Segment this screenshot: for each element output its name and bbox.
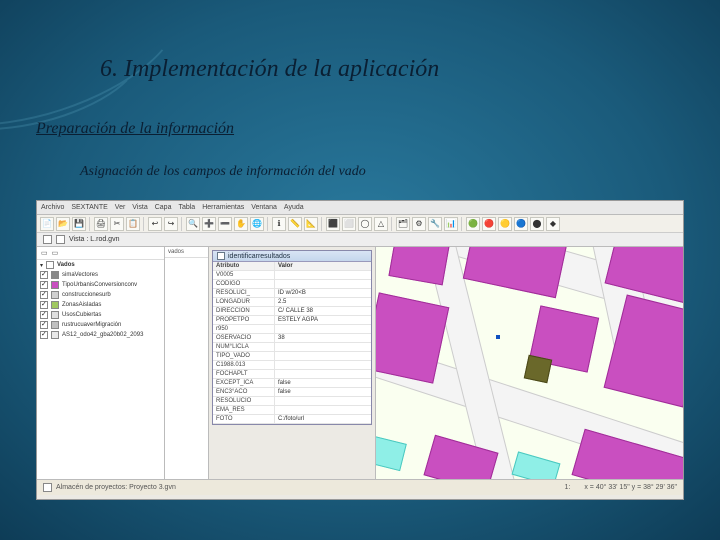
tool-icon[interactable]: 📂 xyxy=(56,217,70,231)
coords-readout: x = 40° 33' 15" y = 38° 29' 36" xyxy=(584,484,677,491)
document-icon xyxy=(43,235,52,244)
map-polygon xyxy=(375,435,407,471)
tool-icon[interactable]: 💾 xyxy=(72,217,86,231)
table-row[interactable]: V0005 xyxy=(213,271,371,280)
toc-layer[interactable]: TipoUrbanisConversionconv xyxy=(37,280,164,290)
tool-icon[interactable]: 🟡 xyxy=(498,217,512,231)
layer-tree-panel: ▭ ▭ ▾Vados simaVectores TipoUrbanisConve… xyxy=(37,247,165,479)
table-row[interactable]: EXCEPT_ICAfalse xyxy=(213,379,371,388)
toc-layer[interactable]: AS12_odo42_gba20b02_2093 xyxy=(37,330,164,340)
decorative-swirl xyxy=(0,0,200,180)
tool-icon[interactable]: ◯ xyxy=(358,217,372,231)
tool-icon[interactable]: ℹ xyxy=(272,217,286,231)
tool-icon[interactable]: 📏 xyxy=(288,217,302,231)
table-row[interactable]: NUM°LICLA xyxy=(213,343,371,352)
table-row[interactable]: CODIGO xyxy=(213,280,371,289)
tool-icon[interactable]: ↩ xyxy=(148,217,162,231)
menu-tabla[interactable]: Tabla xyxy=(178,204,195,211)
tool-icon[interactable]: 🔴 xyxy=(482,217,496,231)
menu-herramientas[interactable]: Herramientas xyxy=(202,204,244,211)
tool-icon[interactable]: 🔧 xyxy=(428,217,442,231)
tool-icon[interactable]: 🔍 xyxy=(186,217,200,231)
tool-icon[interactable]: 🔵 xyxy=(514,217,528,231)
table-row[interactable]: OSERVACIO38 xyxy=(213,334,371,343)
table-row[interactable]: PROPETPOESTELY AGPA xyxy=(213,316,371,325)
menu-archivo[interactable]: Archivo xyxy=(41,204,64,211)
toc-root[interactable]: ▾Vados xyxy=(37,260,164,270)
document-tab-label[interactable]: Vista : L.rod.gvn xyxy=(69,236,119,243)
project-icon xyxy=(43,483,52,492)
menu-capa[interactable]: Capa xyxy=(155,204,172,211)
table-row[interactable]: FOTOC:/foto/url xyxy=(213,415,371,424)
toc-layer[interactable]: construccionesurb xyxy=(37,290,164,300)
results-titlebar[interactable]: identificarresultados xyxy=(213,251,371,262)
tool-icon[interactable]: ➖ xyxy=(218,217,232,231)
table-row[interactable]: TIPO_VADO xyxy=(213,352,371,361)
table-row[interactable]: LONGADUR2.5 xyxy=(213,298,371,307)
menu-ayuda[interactable]: Ayuda xyxy=(284,204,304,211)
map-polygon xyxy=(463,247,568,298)
tool-icon[interactable]: ◆ xyxy=(546,217,560,231)
table-row[interactable]: RESOLUCIO xyxy=(213,397,371,406)
work-area: ▭ ▭ ▾Vados simaVectores TipoUrbanisConve… xyxy=(37,247,683,479)
window-icon xyxy=(217,252,225,260)
map-polygon xyxy=(524,355,552,383)
table-row[interactable]: ENC3°ACOfalse xyxy=(213,388,371,397)
toolbar: 📄 📂 💾 🖨 ✂ 📋 ↩ ↪ 🔍 ➕ ➖ ✋ 🌐 ℹ 📏 📐 ⬛ ⬜ ◯ △ … xyxy=(37,215,683,233)
map-polygon xyxy=(388,247,450,285)
toc-layer[interactable]: simaVectores xyxy=(37,270,164,280)
section-title: Preparación de la información xyxy=(36,120,234,138)
toc-tab[interactable]: ▭ xyxy=(52,249,59,257)
mid-label: vados xyxy=(165,247,208,258)
menu-ventana[interactable]: Ventana xyxy=(251,204,277,211)
map-point xyxy=(496,335,500,339)
project-label: Almacén de proyectos: Proyecto 3.gvn xyxy=(56,484,176,491)
tool-icon[interactable]: 📊 xyxy=(444,217,458,231)
scale-readout: 1: xyxy=(565,484,571,491)
table-header: Atributo Valor xyxy=(213,262,371,271)
tool-icon[interactable]: ⬤ xyxy=(530,217,544,231)
slide-subtitle: Asignación de los campos de información … xyxy=(80,164,366,180)
toc-tabs: ▭ ▭ xyxy=(37,247,164,260)
menubar: Archivo SEXTANTE Ver Vista Capa Tabla He… xyxy=(37,201,683,215)
gis-application-window: Archivo SEXTANTE Ver Vista Capa Tabla He… xyxy=(36,200,684,500)
tool-icon[interactable]: ➕ xyxy=(202,217,216,231)
status-bar: Almacén de proyectos: Proyecto 3.gvn 1: … xyxy=(37,479,683,495)
tool-icon[interactable]: ↪ xyxy=(164,217,178,231)
tool-icon[interactable]: 🖨 xyxy=(94,217,108,231)
toc-tab[interactable]: ▭ xyxy=(41,249,48,257)
tool-icon[interactable]: 📋 xyxy=(126,217,140,231)
menu-sextante[interactable]: SEXTANTE xyxy=(71,204,107,211)
menu-vista[interactable]: Vista xyxy=(132,204,147,211)
results-table: Atributo Valor V0005 CODIGO RESOLUCI_ID … xyxy=(213,262,371,424)
toc-layer[interactable]: rustrucuaverMigración xyxy=(37,320,164,330)
tool-icon[interactable]: ✋ xyxy=(234,217,248,231)
table-row[interactable]: DIRECCIONC/ CALLE 38 xyxy=(213,307,371,316)
table-row[interactable]: C1988.013 xyxy=(213,361,371,370)
tool-icon[interactable]: ⚙ xyxy=(412,217,426,231)
map-polygon xyxy=(512,451,561,479)
tool-icon[interactable]: 📄 xyxy=(40,217,54,231)
tool-icon[interactable]: 🗂 xyxy=(396,217,410,231)
identify-results-window[interactable]: identificarresultados Atributo Valor V00… xyxy=(212,250,372,425)
document-icon xyxy=(56,235,65,244)
tool-icon[interactable]: ⬛ xyxy=(326,217,340,231)
document-tab-bar: Vista : L.rod.gvn xyxy=(37,233,683,247)
tool-icon[interactable]: 🌐 xyxy=(250,217,264,231)
tool-icon[interactable]: ⬜ xyxy=(342,217,356,231)
slide-title: 6. Implementación de la aplicación xyxy=(100,56,439,83)
table-row[interactable]: RESOLUCI_ID w/20<B xyxy=(213,289,371,298)
mid-panel: vados xyxy=(165,247,209,479)
menu-ver[interactable]: Ver xyxy=(115,204,126,211)
table-row[interactable]: FOCHAPLT xyxy=(213,370,371,379)
tool-icon[interactable]: ✂ xyxy=(110,217,124,231)
table-row[interactable]: r950 xyxy=(213,325,371,334)
map-canvas[interactable] xyxy=(375,247,683,479)
toc-layer[interactable]: ZonasAisladas xyxy=(37,300,164,310)
tool-icon[interactable]: △ xyxy=(374,217,388,231)
tool-icon[interactable]: 🟢 xyxy=(466,217,480,231)
table-row[interactable]: EMA_RES xyxy=(213,406,371,415)
tool-icon[interactable]: 📐 xyxy=(304,217,318,231)
toc-layer[interactable]: UsosCubiertas xyxy=(37,310,164,320)
